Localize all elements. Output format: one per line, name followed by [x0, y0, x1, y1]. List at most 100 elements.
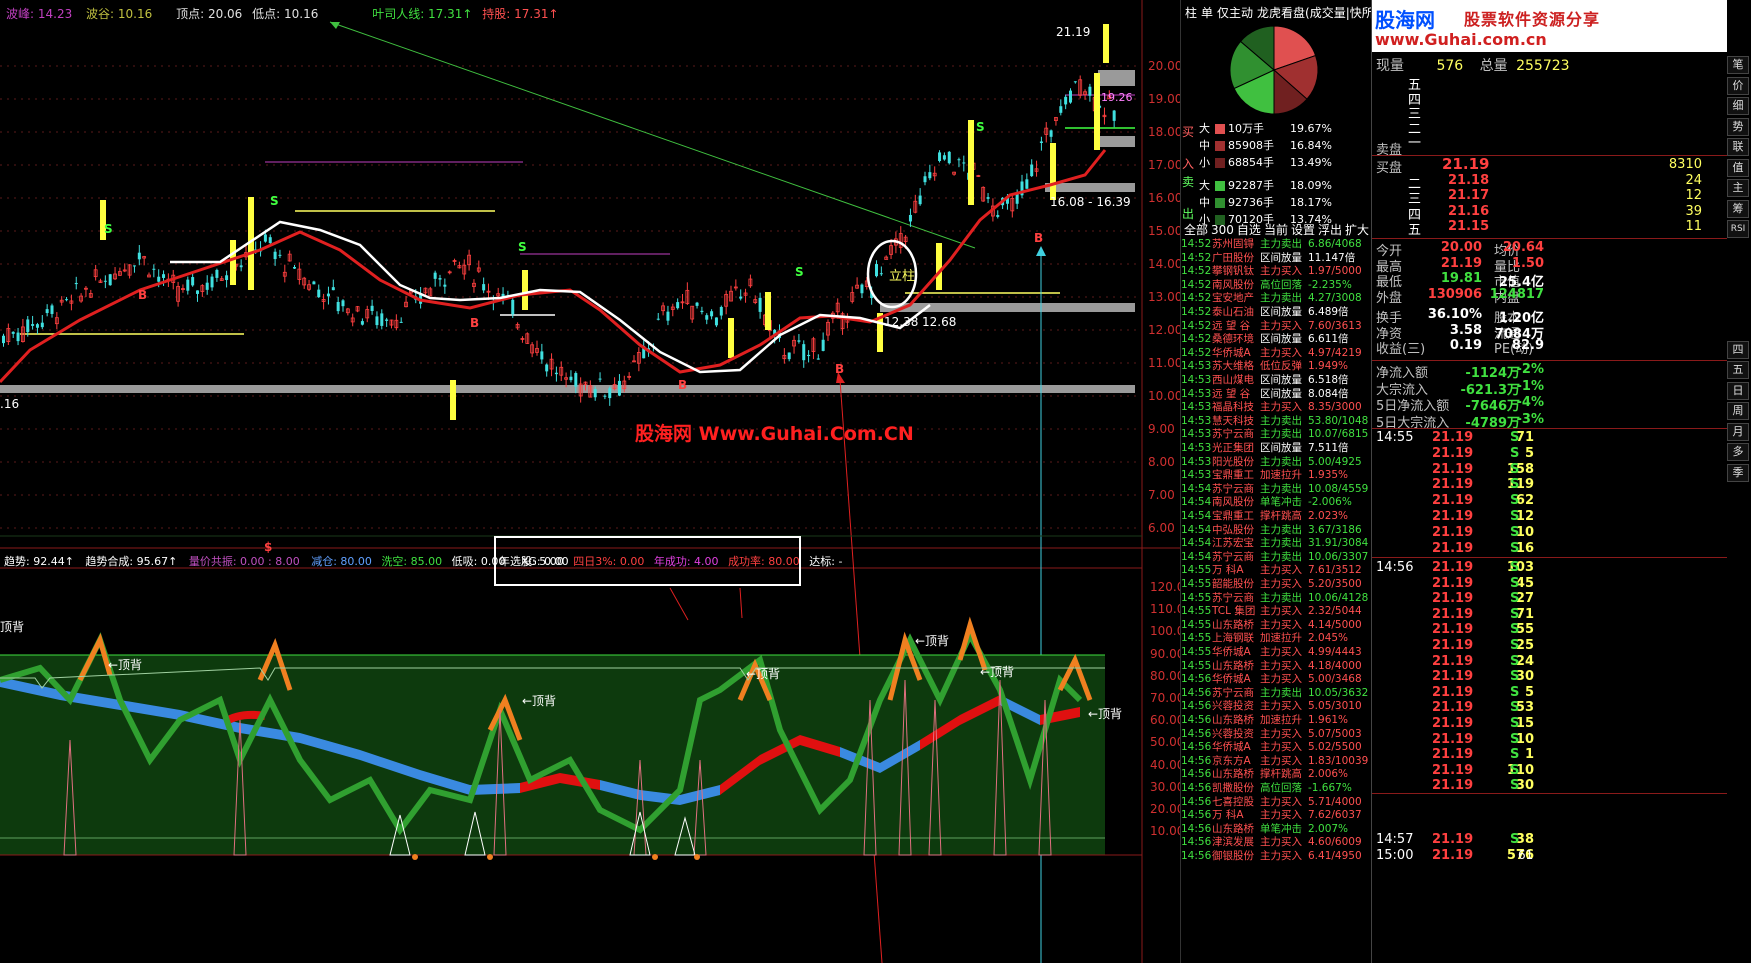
news-item[interactable]: 14:56华侨城A 主力买入 5.02/5500 — [1181, 741, 1362, 754]
tick-divider — [1372, 428, 1727, 429]
news-value: 4.18/4000 — [1308, 659, 1362, 672]
news-item[interactable]: 14:56万 科A 主力买入 7.62/6037 — [1181, 809, 1362, 822]
news-item[interactable]: 14:53宝鼎重工 加速拉升 1.935% — [1181, 469, 1348, 482]
news-item[interactable]: 14:52南风股份 高位回落 -2.235% — [1181, 279, 1352, 292]
side-tab[interactable]: 四 — [1727, 340, 1749, 359]
news-item[interactable]: 14:52桑德环境 区间放量 6.611倍 — [1181, 333, 1349, 346]
side-tab[interactable]: 多 — [1727, 443, 1749, 461]
side-tab[interactable]: 笔 — [1727, 56, 1749, 74]
news-item[interactable]: 14:53远 望 谷区间放量 8.084倍 — [1181, 388, 1349, 401]
news-stock: 南风股份 — [1212, 496, 1254, 509]
news-item[interactable]: 14:56山东路桥 撑杆跳高 2.006% — [1181, 768, 1348, 781]
news-item[interactable]: 14:55山东路桥 主力买入 4.14/5000 — [1181, 619, 1362, 632]
news-value: -2.006% — [1308, 496, 1352, 509]
tick-volume: 5 — [1524, 684, 1534, 700]
side-tab[interactable]: 联 — [1727, 138, 1749, 156]
news-item[interactable]: 14:52广田股份 区间放量 11.147倍 — [1181, 252, 1355, 265]
side-tab[interactable]: 值 — [1727, 158, 1749, 177]
side-tab[interactable]: 主 — [1727, 179, 1749, 197]
news-filter-tab[interactable]: 当前 — [1264, 223, 1288, 237]
news-item[interactable]: 14:52攀钢钒钛 主力买入 1.97/5000 — [1181, 265, 1362, 278]
news-item[interactable]: 14:53苏宁云商 主力卖出 10.07/6815 — [1181, 428, 1368, 441]
side-tab[interactable]: 日 — [1727, 381, 1749, 400]
side-tab[interactable]: 细 — [1727, 97, 1749, 115]
news-item[interactable]: 14:55苏宁云商 主力卖出 10.06/4128 — [1181, 592, 1368, 605]
top-back-left-label: 顶背 — [0, 620, 25, 634]
news-item[interactable]: 14:56兴蓉投资 主力买入 5.05/3010 — [1181, 700, 1362, 713]
news-item[interactable]: 14:55上海钢联 加速拉升 2.045% — [1181, 632, 1348, 645]
news-event: 主力买入 — [1260, 754, 1302, 767]
news-filter-tab[interactable]: 浮出 — [1318, 223, 1342, 237]
news-time: 14:53 — [1181, 414, 1212, 427]
news-item[interactable]: 14:56御银股份 主力买入 6.41/4950 — [1181, 850, 1362, 863]
news-item[interactable]: 14:56津滨发展 主力买入 4.60/6009 — [1181, 836, 1362, 849]
news-item[interactable]: 14:53西山煤电 区间放量 6.518倍 — [1181, 374, 1349, 387]
signal-letter: S — [976, 120, 985, 134]
news-item[interactable]: 14:52宝安地产 主力卖出 4.27/3008 — [1181, 292, 1362, 305]
side-tab[interactable]: 筹 — [1727, 199, 1749, 218]
news-item[interactable]: 14:52华侨城A 主力买入 4.97/4219 — [1181, 347, 1362, 360]
signal-bar — [450, 380, 456, 420]
news-item[interactable]: 14:54南风股份 单笔冲击 -2.006% — [1181, 496, 1352, 509]
news-item[interactable]: 14:52苏州固锝 主力卖出 6.86/4068 — [1181, 238, 1362, 251]
news-item[interactable]: 14:53光正集团 区间放量 7.511倍 — [1181, 442, 1349, 455]
news-item[interactable]: 14:53慧天科技 主力卖出 53.80/1048 — [1181, 415, 1368, 428]
candle-body — [385, 319, 389, 321]
news-item[interactable]: 14:56苏宁云商 主力卖出 10.05/3632 — [1181, 687, 1368, 700]
candle-body — [162, 274, 166, 278]
news-value: 5.05/3010 — [1308, 700, 1362, 713]
news-item[interactable]: 14:54宝鼎重工 撑杆跳高 2.023% — [1181, 510, 1348, 523]
news-item[interactable]: 14:56山东路桥 加速拉升 1.961% — [1181, 714, 1348, 727]
candle-body — [137, 252, 141, 260]
logo-slogan: 股票软件资源分享 — [1464, 10, 1601, 29]
main-chart-canvas[interactable] — [0, 0, 1180, 963]
panel-tab[interactable]: 仅主动 — [1217, 6, 1253, 20]
news-item[interactable]: 14:55韶能股份 主力买入 5.20/3500 — [1181, 578, 1362, 591]
side-tab[interactable]: 季 — [1727, 463, 1749, 482]
logo-url: www.Guhai.com.cn — [1375, 30, 1547, 49]
news-event: 主力买入 — [1260, 836, 1302, 849]
candle-body — [152, 268, 156, 270]
news-item[interactable]: 14:52泰山石油 区间放量 6.489倍 — [1181, 306, 1349, 319]
news-item[interactable]: 14:55万 科A 主力买入 7.61/3512 — [1181, 564, 1362, 577]
side-tab[interactable]: 势 — [1727, 117, 1749, 136]
news-item[interactable]: 14:56山东路桥 单笔冲击 2.007% — [1181, 823, 1348, 836]
side-tab[interactable]: RSI — [1727, 220, 1749, 238]
news-item[interactable]: 14:53阳光股份 主力卖出 5.00/4925 — [1181, 456, 1362, 469]
news-item[interactable]: 14:52远 望 谷主力买入 7.60/3613 — [1181, 320, 1362, 333]
news-filter-tab[interactable]: 扩大 — [1345, 223, 1369, 237]
buy-volume: 24 — [1685, 172, 1702, 188]
news-item[interactable]: 14:56华侨城A 主力买入 5.00/3468 — [1181, 673, 1362, 686]
volume-row: 现量 576 总量 255723 — [1376, 58, 1570, 74]
news-filter-tab[interactable]: 自选 — [1237, 223, 1261, 237]
news-item[interactable]: 14:55华侨城A 主力买入 4.99/4443 — [1181, 646, 1362, 659]
news-item[interactable]: 14:54中弘股份 主力卖出 3.67/3186 — [1181, 524, 1362, 537]
news-item[interactable]: 14:53苏大维格 低位反弹 1.949% — [1181, 360, 1348, 373]
news-item[interactable]: 14:56凯撒股份 高位回落 -1.667% — [1181, 782, 1352, 795]
news-time: 14:55 — [1181, 578, 1212, 590]
four-day-value: 四日3%: 0.00 — [573, 555, 645, 568]
news-item[interactable]: 14:56七喜控股 主力买入 5.71/4000 — [1181, 796, 1362, 809]
news-item[interactable]: 14:55山东路桥 主力买入 4.18/4000 — [1181, 660, 1362, 673]
side-tab[interactable]: 月 — [1727, 422, 1749, 441]
news-item[interactable]: 14:54江苏宏宝 主力卖出 31.91/3084 — [1181, 537, 1368, 550]
news-event: 单笔冲击 — [1260, 822, 1302, 835]
news-filter-tab[interactable]: 300 — [1211, 223, 1234, 237]
side-tab[interactable]: 周 — [1727, 402, 1749, 420]
buy-price: 21.18 — [1448, 172, 1490, 188]
side-tab[interactable]: 价 — [1727, 76, 1749, 95]
panel-tab[interactable]: 柱 — [1185, 6, 1197, 20]
news-filter-tab[interactable]: 设置 — [1291, 223, 1315, 237]
news-filter-tab[interactable]: 全部 — [1184, 223, 1208, 237]
news-item[interactable]: 14:56兴蓉投资 主力买入 5.07/5003 — [1181, 728, 1362, 741]
news-item[interactable]: 14:56京东方A 主力买入 1.83/10039 — [1181, 755, 1368, 768]
news-value: 1.961% — [1308, 714, 1349, 726]
panel-tab[interactable]: 单 — [1201, 6, 1213, 20]
news-item[interactable]: 14:53福晶科技 主力买入 8.35/3000 — [1181, 401, 1362, 414]
news-item[interactable]: 14:54苏宁云商 主力卖出 10.08/4559 — [1181, 483, 1368, 496]
news-item[interactable]: 14:54苏宁云商 主力卖出 10.06/3307 — [1181, 551, 1368, 564]
tick-side: S — [1510, 778, 1520, 794]
news-item[interactable]: 14:55TCL 集团 主力买入 2.32/5044 — [1181, 605, 1362, 618]
side-tab[interactable]: 五 — [1727, 361, 1749, 379]
news-value: 10.08/4559 — [1308, 482, 1369, 495]
